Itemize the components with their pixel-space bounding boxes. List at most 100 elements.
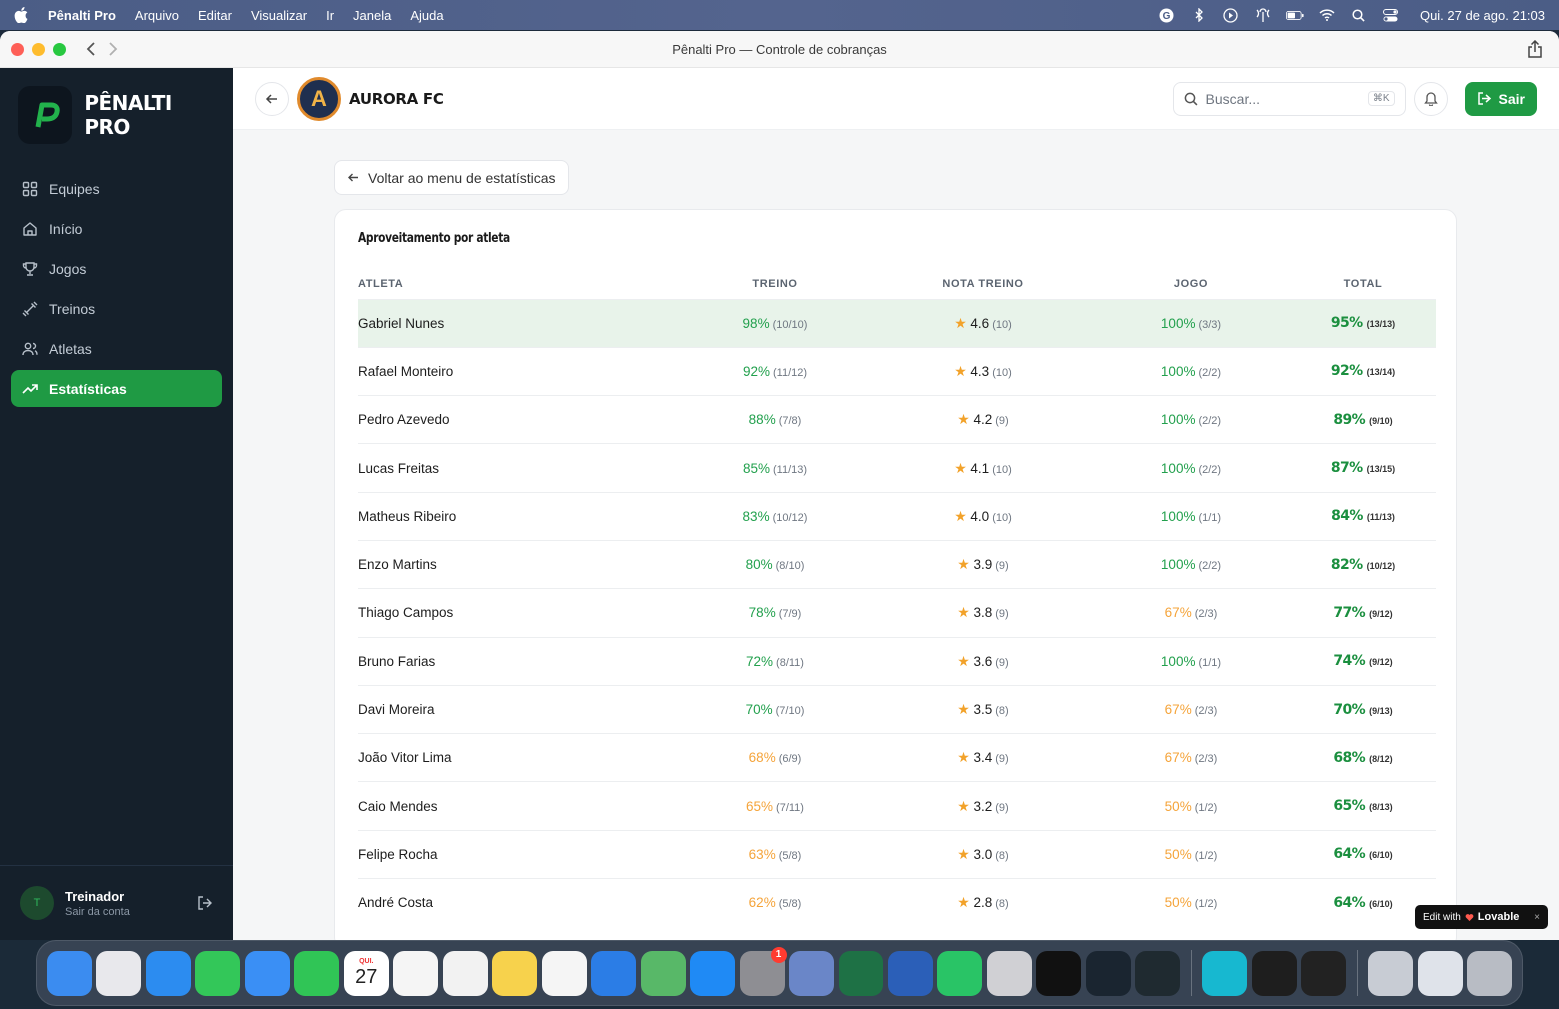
messages-icon[interactable]: [195, 950, 241, 996]
settings-icon[interactable]: 1: [739, 946, 787, 996]
activity-monitor-icon[interactable]: [1301, 950, 1347, 996]
control-center-icon[interactable]: [1382, 8, 1400, 22]
header-atleta[interactable]: ATLETA: [358, 270, 676, 299]
word-icon[interactable]: [887, 950, 933, 996]
nota-value: 3.4: [973, 750, 993, 766]
jogo-frac: (2/3): [1194, 705, 1218, 718]
table-row[interactable]: Thiago Campos 78% (7/9) ★ 3.8 (9) 67% (2/3) 77%…: [358, 588, 1436, 638]
sidebar-item-jogos[interactable]: Jogos: [11, 250, 222, 287]
photos-icon[interactable]: [442, 950, 488, 996]
wifi-icon[interactable]: [1318, 8, 1336, 22]
trash-icon[interactable]: [1467, 950, 1513, 996]
total-pct: 89%: [1333, 411, 1366, 428]
spotlight-icon[interactable]: [1350, 8, 1368, 22]
table-row[interactable]: Enzo Martins 80% (8/10) ★ 3.9 (9) 100% (2/2) 82…: [358, 539, 1436, 589]
maps-icon[interactable]: [640, 950, 686, 996]
reminders-icon[interactable]: [393, 950, 439, 996]
launchpad-icon[interactable]: [96, 950, 142, 996]
whatsapp-icon[interactable]: [937, 950, 983, 996]
excel-icon[interactable]: [838, 950, 884, 996]
edit-with-lovable-badge[interactable]: Edit with Lovable ×: [1415, 905, 1548, 929]
play-icon[interactable]: [1222, 7, 1240, 23]
minimize-window-button[interactable]: [32, 42, 45, 56]
airdrop-icon[interactable]: [1254, 8, 1272, 22]
table-row[interactable]: André Costa 62% (5/8) ★ 2.8 (8) 50% (1/2) 64% (6…: [358, 878, 1436, 927]
mail-icon[interactable]: [244, 950, 290, 996]
sidebar-item-estatisticas[interactable]: Estatísticas: [11, 370, 222, 407]
logout-button[interactable]: Sair: [1464, 81, 1537, 116]
menu-janela[interactable]: Janela: [353, 8, 391, 23]
menu-arquivo[interactable]: Arquivo: [135, 8, 179, 23]
battery-icon[interactable]: [1285, 8, 1304, 22]
close-badge-button[interactable]: ×: [1534, 912, 1540, 923]
table-row[interactable]: Caio Mendes 65% (7/11) ★ 3.2 (9) 50% (1/2) 65%(…: [358, 781, 1436, 831]
header-treino[interactable]: TREINO: [676, 270, 874, 299]
menu-editar[interactable]: Editar: [198, 8, 232, 23]
jogo-cell: 50% (1/2): [1092, 781, 1290, 831]
share-icon[interactable]: [1527, 40, 1543, 58]
nota-cell: ★ 4.1 (10): [874, 443, 1092, 493]
jogo-cell: 100% (1/1): [1092, 636, 1290, 686]
facetime-icon[interactable]: [294, 950, 340, 996]
chevron-right-icon[interactable]: [108, 41, 118, 57]
menu-app-name[interactable]: Pênalti Pro: [48, 8, 116, 23]
table-row[interactable]: Pedro Azevedo 88% (7/8) ★ 4.2 (9) 100% (2/2) 89…: [358, 395, 1436, 444]
canva-icon[interactable]: [1202, 950, 1248, 996]
perplexity-icon[interactable]: [1135, 950, 1181, 996]
total-cell: 84% (11/13): [1290, 491, 1436, 541]
jogo-pct: 67%: [1164, 750, 1192, 766]
freeform-icon[interactable]: [541, 950, 587, 996]
menubar-clock[interactable]: Qui. 27 de ago. 21:03: [1420, 8, 1545, 23]
sidebar-item-equipes[interactable]: Equipes: [11, 170, 222, 207]
table-row[interactable]: Gabriel Nunes 98% (10/10) ★ 4.6 (10) 100% (3/3…: [358, 298, 1436, 348]
table-row[interactable]: Davi Moreira 70% (7/10) ★ 3.5 (8) 67% (2/3) 70%…: [358, 684, 1436, 734]
appstore-icon[interactable]: [690, 950, 736, 996]
menu-visualizar[interactable]: Visualizar: [251, 8, 307, 23]
figma-icon[interactable]: [1251, 950, 1297, 996]
chevron-left-icon[interactable]: [86, 41, 96, 57]
table-row[interactable]: Bruno Farias 72% (8/11) ★ 3.6 (9) 100% (1/1) 74…: [358, 636, 1436, 686]
window-title: Pênalti Pro — Controle de cobranças: [672, 41, 887, 57]
360-app-icon[interactable]: [1036, 950, 1082, 996]
sign-out-link[interactable]: Sair da conta: [65, 906, 130, 918]
documents-icon[interactable]: [1368, 950, 1414, 996]
zoom-window-button[interactable]: [53, 42, 66, 56]
finder-icon[interactable]: [47, 950, 92, 996]
penalti-pro-icon[interactable]: [1085, 950, 1131, 996]
treino-pct: 62%: [748, 895, 776, 911]
close-window-button[interactable]: [11, 42, 24, 56]
menu-ir[interactable]: Ir: [326, 8, 334, 23]
nota-value: 3.8: [973, 605, 993, 621]
search-input[interactable]: [1205, 90, 1368, 107]
logout-icon[interactable]: [197, 895, 213, 911]
header-jogo[interactable]: JOGO: [1092, 270, 1290, 299]
table-row[interactable]: Lucas Freitas 85% (11/13) ★ 4.1 (10) 100% (2/2…: [358, 443, 1436, 493]
header-nota-treino[interactable]: NOTA TREINO: [874, 270, 1092, 299]
log-out-icon: [1477, 92, 1491, 105]
keynote-icon[interactable]: [591, 950, 637, 996]
back-to-stats-button[interactable]: Voltar ao menu de estatísticas: [334, 160, 569, 195]
b-app-icon[interactable]: [986, 950, 1032, 996]
back-button[interactable]: [255, 81, 289, 116]
iphone-mirroring-icon[interactable]: [789, 950, 834, 996]
grammarly-icon[interactable]: G: [1158, 8, 1176, 22]
sidebar-item-atletas[interactable]: Atletas: [11, 330, 222, 367]
apple-icon[interactable]: [14, 7, 28, 23]
sidebar-item-inicio[interactable]: Início: [11, 210, 222, 247]
notes-icon[interactable]: [492, 950, 538, 996]
header-total[interactable]: TOTAL: [1290, 270, 1436, 299]
brand[interactable]: PÊNALTI PRO: [0, 68, 233, 162]
table-row[interactable]: João Vitor Lima 68% (6/9) ★ 3.4 (9) 67% (2/3) 6…: [358, 733, 1436, 782]
safari-icon[interactable]: [145, 950, 191, 996]
search-box[interactable]: ⌘K: [1172, 81, 1406, 116]
table-row[interactable]: Rafael Monteiro 92% (11/12) ★ 4.3 (10) 100% (2…: [358, 346, 1436, 396]
table-row[interactable]: Matheus Ribeiro 83% (10/12) ★ 4.0 (10) 100% (1…: [358, 491, 1436, 541]
table-row[interactable]: Felipe Rocha 63% (5/8) ★ 3.0 (8) 50% (1/2) 64%(…: [358, 829, 1436, 879]
athlete-name: Rafael Monteiro: [358, 346, 676, 396]
bluetooth-icon[interactable]: [1190, 8, 1208, 22]
notifications-button[interactable]: [1413, 81, 1448, 116]
sidebar-item-treinos[interactable]: Treinos: [11, 290, 222, 327]
screenshot-icon[interactable]: [1417, 950, 1463, 996]
calendar-icon[interactable]: QUI. 27: [343, 950, 389, 996]
menu-ajuda[interactable]: Ajuda: [410, 8, 443, 23]
